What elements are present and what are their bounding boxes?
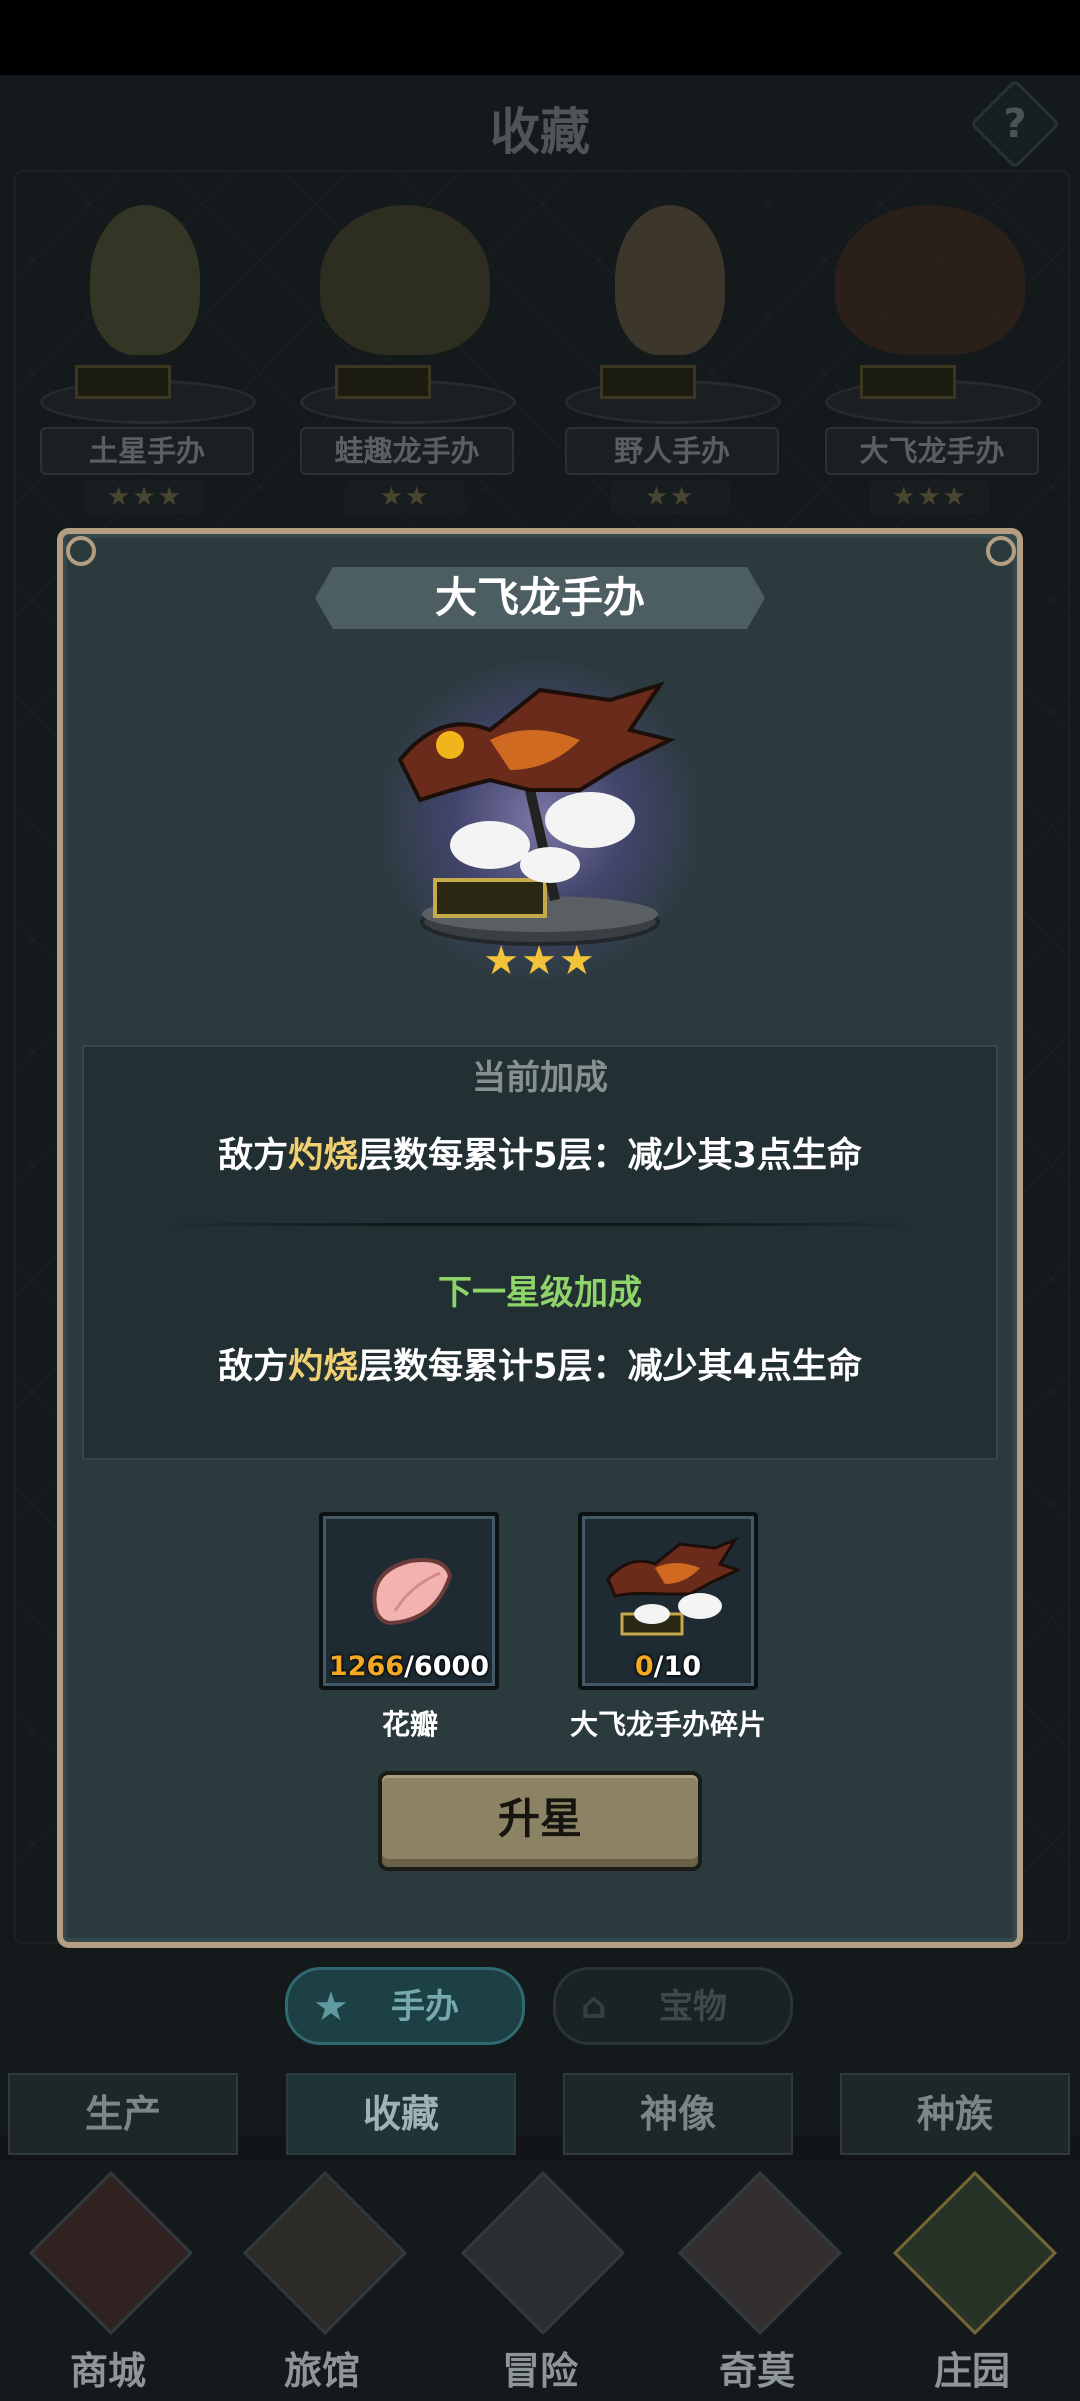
nav-adventure[interactable]: 冒险 [440,2170,640,2395]
dragon-fragment-icon [606,1536,740,1636]
current-bonus-label: 当前加成 [472,1058,608,1098]
next-bonus-label: 下一星级加成 [438,1273,642,1313]
nav-label: 奇莫 [718,2349,795,2393]
petal-icon [372,1558,453,1626]
creature-icon [677,2170,843,2336]
next-bonus-text: 敌方灼烧层数每累计5层：减少其4点生命 [218,1347,862,1387]
shop-icon [28,2170,194,2336]
nav-label: 庄园 [933,2349,1010,2393]
material-slot-fragment[interactable]: 0/10 [578,1512,758,1690]
category-tab-collection[interactable]: 收藏 [286,2073,516,2155]
status-bar [0,0,1080,75]
nav-qimo[interactable]: 奇莫 [657,2170,857,2395]
figure-stars: ★★★ [483,938,597,984]
inn-icon [242,2170,408,2336]
material-name: 花瓣 [381,1708,438,1741]
manor-icon [892,2170,1058,2336]
tab-figures[interactable]: ★ 手办 [285,1967,525,2045]
category-tab-production[interactable]: 生产 [8,2073,238,2155]
nav-label: 商城 [69,2349,146,2393]
tab-treasures[interactable]: ⌂ 宝物 [553,1967,793,2045]
material-slot-petal[interactable]: 1266/6000 [319,1512,499,1690]
current-bonus-text: 敌方灼烧层数每累计5层：减少其3点生命 [218,1136,862,1176]
bonus-panel [82,1045,998,1460]
dragon-figure-image [397,681,676,946]
category-tab-races[interactable]: 种族 [840,2073,1070,2155]
upgrade-star-button[interactable]: 升星 [378,1771,702,1871]
nav-inn[interactable]: 旅馆 [222,2170,422,2395]
dialog-title: 大飞龙手办 [434,573,645,622]
material-count: 0/10 [634,1651,702,1682]
frame-corner [986,536,1016,566]
material-name: 大飞龙手办碎片 [569,1708,766,1741]
material-count: 1266/6000 [328,1651,490,1682]
tab-label: 宝物 [659,1987,727,2027]
crossed-swords-icon [460,2170,626,2336]
nav-label: 旅馆 [283,2349,360,2393]
nav-manor[interactable]: 庄园 [872,2170,1072,2395]
divider [160,1223,920,1226]
star-icon: ★ [313,1984,349,2030]
nav-shop[interactable]: 商城 [8,2170,208,2395]
chest-icon: ⌂ [581,1986,607,2027]
nav-label: 冒险 [501,2349,578,2393]
tab-label: 手办 [391,1987,459,2027]
frame-corner [66,536,96,566]
category-tab-statues[interactable]: 神像 [563,2073,793,2155]
